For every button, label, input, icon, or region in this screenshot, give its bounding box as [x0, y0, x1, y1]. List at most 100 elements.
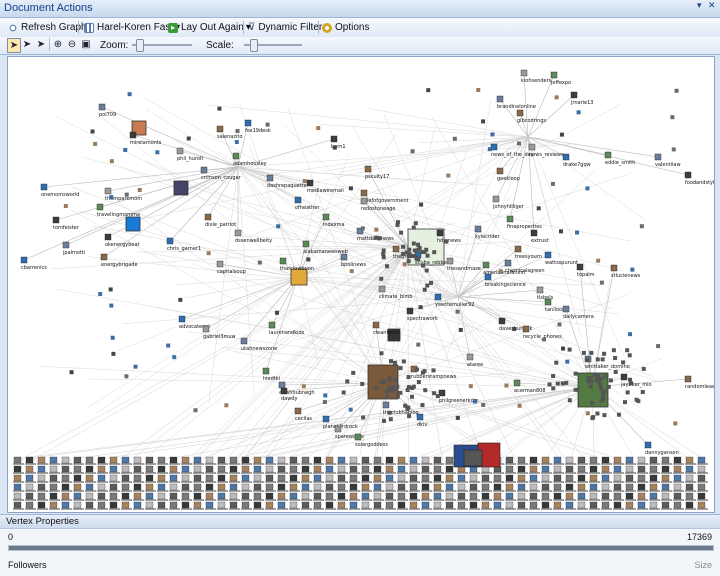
scale-slider[interactable] [244, 44, 302, 46]
isolated-vertex [38, 493, 45, 499]
network-graph[interactable]: pol709mirelamontssalenazitofox19deskphil… [8, 57, 714, 512]
isolated-vertex [50, 493, 57, 499]
graph-vertex [626, 390, 630, 394]
graph-vertex [331, 136, 337, 142]
lay-out-again-button[interactable]: ▸ Lay Out Again ▾ [168, 21, 251, 34]
graph-vertex [565, 360, 569, 364]
isolated-vertex-label-mark [241, 482, 252, 483]
isolated-vertex [506, 493, 513, 499]
isolated-vertex-label-mark [373, 464, 384, 465]
refresh-graph-button[interactable]: Refresh Graph [8, 21, 87, 34]
isolated-vertex [146, 457, 153, 463]
graph-vertex [279, 382, 285, 388]
fit-page-icon[interactable]: ▣ [80, 38, 92, 51]
graph-vertex [601, 397, 605, 401]
zoom-slider-thumb[interactable] [136, 39, 144, 52]
graph-vertex [97, 204, 103, 210]
isolated-vertex [434, 466, 441, 472]
isolated-vertex-label-mark [613, 464, 624, 465]
isolated-vertex [266, 466, 273, 472]
graph-vertex [267, 175, 273, 181]
isolated-vertex-label-mark [541, 473, 552, 474]
scale-slider-thumb[interactable] [250, 39, 258, 52]
isolated-vertex [638, 502, 645, 508]
isolated-vertex [62, 502, 69, 508]
graph-toolbar: Refresh Graph Harel-Koren Fast ▾ ▸ Lay O… [0, 18, 720, 38]
isolated-vertex-label-mark [181, 509, 192, 510]
isolated-vertex-label-mark [217, 482, 228, 483]
isolated-vertex-label-mark [649, 473, 660, 474]
network-graph-pane[interactable]: pol709mirelamontssalenazitofox19deskphil… [7, 56, 715, 513]
isolated-vertex [554, 457, 561, 463]
isolated-vertex [566, 457, 573, 463]
isolated-vertex-label-mark [301, 509, 312, 510]
graph-vertex [571, 92, 577, 98]
graph-vertex [155, 150, 159, 154]
filter-icon: ⊽ [248, 22, 255, 33]
select-subgraph-pointer-icon[interactable]: ➤ [35, 38, 47, 51]
isolated-vertex [98, 466, 105, 472]
graph-vertex [342, 391, 346, 395]
layout-select[interactable]: Harel-Koren Fast ▾ [84, 21, 180, 34]
graph-vertex [415, 367, 419, 371]
close-icon[interactable]: ✕ [708, 1, 716, 11]
graph-vertex [602, 352, 606, 356]
dynamic-filters-button[interactable]: ⊽ Dynamic Filters [248, 21, 327, 34]
range-slider[interactable] [8, 545, 714, 551]
zoom-in-icon[interactable]: ⊕ [52, 38, 64, 51]
graph-vertex [381, 252, 385, 256]
isolated-vertex [398, 502, 405, 508]
zoom-out-icon[interactable]: ⊖ [66, 38, 78, 51]
graph-vertex [673, 421, 677, 425]
isolated-vertex [506, 502, 513, 508]
isolated-vertex [122, 457, 129, 463]
isolated-vertex [422, 466, 429, 472]
isolated-vertex [470, 475, 477, 481]
isolated-vertex [134, 502, 141, 508]
isolated-vertex-label-mark [673, 491, 684, 492]
isolated-vertex [566, 466, 573, 472]
isolated-vertex [338, 466, 345, 472]
graph-vertex [551, 182, 555, 186]
layout-grid-icon [84, 23, 94, 33]
isolated-vertex-label-mark [373, 491, 384, 492]
isolated-vertex [410, 457, 417, 463]
isolated-vertex [698, 475, 705, 481]
isolated-vertex [74, 493, 81, 499]
graph-vertex [110, 159, 114, 163]
isolated-vertex-label-mark [649, 500, 660, 501]
graph-vertex [105, 234, 111, 240]
isolated-vertex-label-mark [457, 500, 468, 501]
options-button[interactable]: Options [322, 21, 369, 34]
graph-vertex [410, 395, 414, 399]
graph-vertex [568, 348, 572, 352]
isolated-vertex [230, 457, 237, 463]
isolated-vertex-label-mark [193, 509, 204, 510]
isolated-vertex [650, 493, 657, 499]
isolated-vertex [614, 493, 621, 499]
zoom-slider[interactable] [132, 44, 192, 46]
size-label: Size [694, 560, 712, 570]
isolated-vertex-label-mark [457, 482, 468, 483]
isolated-vertex [14, 466, 21, 472]
select-pointer-icon[interactable]: ➤ [7, 38, 21, 53]
isolated-vertex-label-mark [37, 491, 48, 492]
isolated-vertex-label-mark [637, 500, 648, 501]
graph-edge [428, 137, 528, 204]
isolated-vertex-label-mark [61, 473, 72, 474]
graph-vertex [388, 411, 392, 415]
isolated-vertex-label-mark [685, 473, 696, 474]
isolated-vertex-label-mark [253, 482, 264, 483]
vertex-label: dashrepaquette [267, 183, 307, 189]
vertex-label: jaybear_mio [620, 382, 652, 388]
vertex-label: salenazito [217, 134, 242, 140]
isolated-vertex-label-mark [673, 473, 684, 474]
dropdown-arrow-icon[interactable]: ▾ [697, 1, 702, 11]
isolated-vertex [518, 493, 525, 499]
isolated-vertex-label-mark [469, 491, 480, 492]
graph-vertex [556, 382, 560, 386]
isolated-vertex-label-mark [205, 482, 216, 483]
isolated-vertex [698, 484, 705, 490]
graph-vertex [545, 299, 551, 305]
select-adjacent-pointer-icon[interactable]: ➤ [21, 38, 33, 51]
